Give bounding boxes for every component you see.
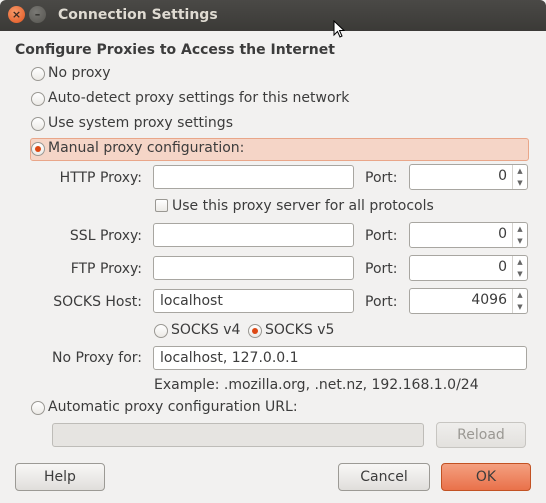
- ssl-proxy-input[interactable]: [153, 223, 354, 247]
- socks-host-label: SOCKS Host:: [53, 294, 142, 310]
- ftp-port-label: Port:: [365, 261, 398, 277]
- title-bar: × – Connection Settings: [0, 0, 546, 31]
- mouse-pointer-icon: [333, 20, 345, 38]
- spinner-arrows-icon[interactable]: ▲ ▼: [512, 165, 527, 189]
- section-heading: Configure Proxies to Access the Internet: [15, 42, 335, 58]
- minimize-icon[interactable]: –: [29, 6, 46, 23]
- no-proxy-for-label: No Proxy for:: [51, 350, 142, 366]
- radio-button[interactable]: [31, 142, 45, 156]
- spinner-arrows-icon[interactable]: ▲ ▼: [512, 256, 527, 280]
- no-proxy-example: Example: .mozilla.org, .net.nz, 192.168.…: [154, 377, 479, 393]
- reload-button[interactable]: Reload: [436, 422, 526, 448]
- spinner-value: 4096: [471, 292, 507, 308]
- http-port-label: Port:: [365, 170, 398, 186]
- http-port-spinner[interactable]: 0 ▲ ▼: [409, 164, 528, 190]
- window-title: Connection Settings: [58, 7, 218, 23]
- spinner-value: 0: [498, 259, 507, 275]
- radio-label: Automatic proxy configuration URL:: [48, 399, 298, 415]
- ssl-proxy-label: SSL Proxy:: [69, 228, 142, 244]
- ftp-proxy-input[interactable]: [153, 256, 354, 280]
- spinner-arrows-icon[interactable]: ▲ ▼: [512, 289, 527, 313]
- radio-label: SOCKS v5: [265, 322, 335, 338]
- radio-button[interactable]: [31, 401, 45, 415]
- radio-label: Auto-detect proxy settings for this netw…: [48, 90, 350, 106]
- radio-button[interactable]: [154, 324, 168, 338]
- auto-url-input[interactable]: [52, 423, 424, 447]
- radio-button[interactable]: [248, 324, 262, 338]
- socks-host-input[interactable]: [153, 289, 354, 313]
- use-all-label: Use this proxy server for all protocols: [172, 198, 434, 214]
- ssl-port-spinner[interactable]: 0 ▲ ▼: [409, 222, 528, 248]
- cancel-button[interactable]: Cancel: [338, 463, 430, 491]
- socks-port-spinner[interactable]: 4096 ▲ ▼: [409, 288, 528, 314]
- radio-button[interactable]: [31, 67, 45, 81]
- spinner-arrows-icon[interactable]: ▲ ▼: [512, 223, 527, 247]
- radio-button[interactable]: [31, 117, 45, 131]
- spinner-value: 0: [498, 168, 507, 184]
- socks-port-label: Port:: [365, 294, 398, 310]
- help-button[interactable]: Help: [15, 463, 105, 491]
- radio-button[interactable]: [31, 92, 45, 106]
- http-proxy-input[interactable]: [153, 165, 354, 189]
- ftp-proxy-label: FTP Proxy:: [70, 261, 142, 277]
- radio-label: Manual proxy configuration:: [48, 140, 245, 156]
- use-all-checkbox[interactable]: [155, 199, 168, 212]
- radio-label: SOCKS v4: [171, 322, 241, 338]
- ok-button[interactable]: OK: [441, 463, 531, 491]
- close-icon[interactable]: ×: [8, 6, 25, 23]
- spinner-value: 0: [498, 226, 507, 242]
- ssl-port-label: Port:: [365, 228, 398, 244]
- ftp-port-spinner[interactable]: 0 ▲ ▼: [409, 255, 528, 281]
- no-proxy-for-input[interactable]: [153, 346, 527, 370]
- radio-label: No proxy: [48, 65, 111, 81]
- http-proxy-label: HTTP Proxy:: [59, 170, 142, 186]
- radio-label: Use system proxy settings: [48, 115, 233, 131]
